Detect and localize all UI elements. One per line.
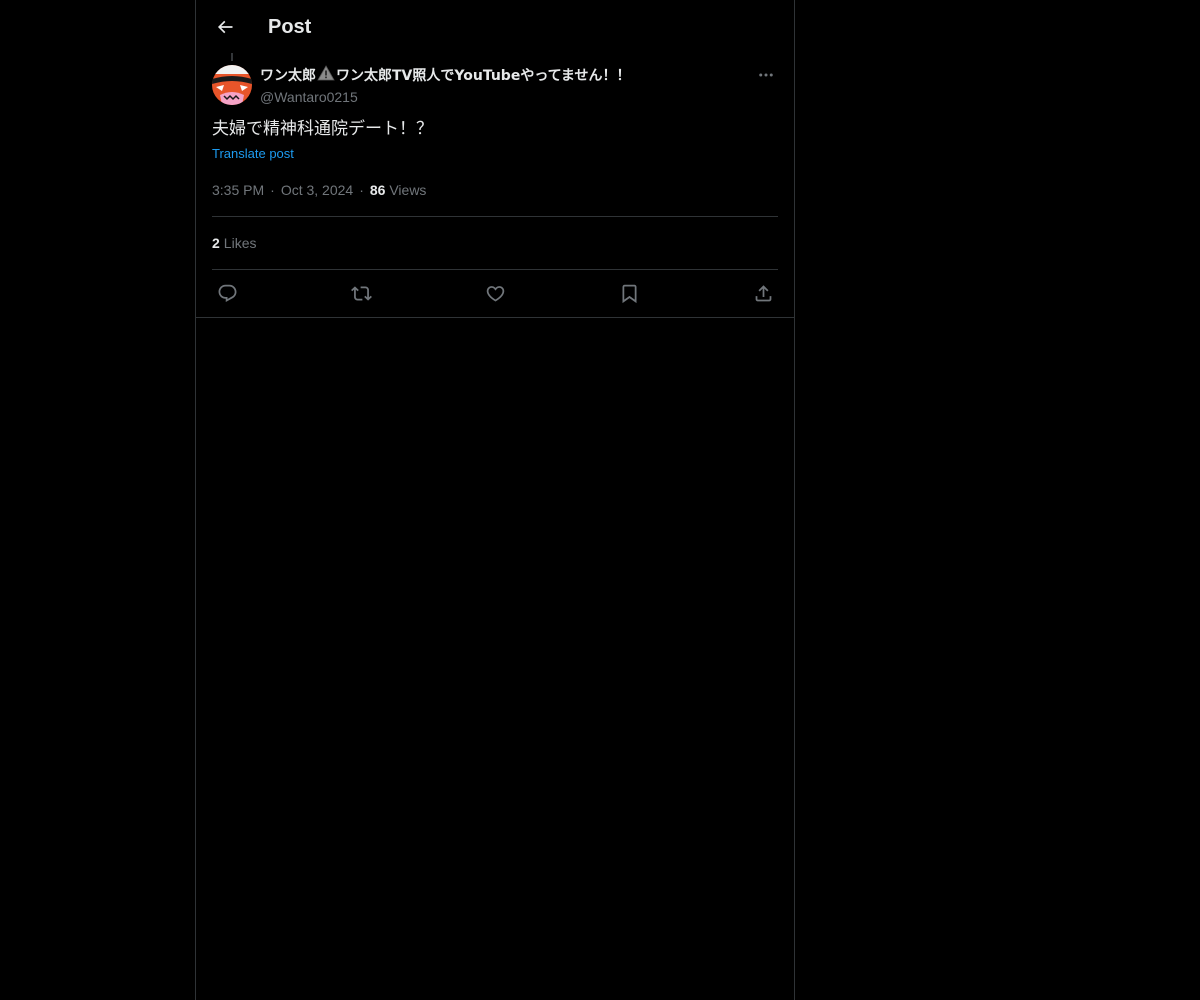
author-handle[interactable]: @Wantaro0215 bbox=[260, 87, 750, 107]
repost-button[interactable] bbox=[346, 278, 376, 308]
avatar[interactable] bbox=[212, 65, 252, 105]
page-header: Post bbox=[196, 0, 794, 53]
post-bottom-border bbox=[196, 317, 794, 318]
post-author: ワン太郎 ワン太郎TV照人でYouTubeやってません！！ @Wantaro02… bbox=[260, 65, 750, 107]
meta-separator: · bbox=[359, 182, 364, 198]
action-bar bbox=[212, 278, 778, 308]
thread-line bbox=[231, 53, 233, 61]
author-display-name[interactable]: ワン太郎 ワン太郎TV照人でYouTubeやってません！！ bbox=[260, 65, 750, 87]
post-meta: 3:35 PM · Oct 3, 2024 · 86 Views bbox=[212, 180, 426, 200]
likes-label: Likes bbox=[223, 235, 257, 251]
more-button[interactable] bbox=[754, 63, 778, 87]
divider bbox=[212, 216, 778, 217]
share-icon bbox=[755, 284, 771, 301]
views-count: 86 bbox=[369, 182, 386, 198]
back-button[interactable] bbox=[208, 10, 242, 44]
post-text: 夫婦で精神科通院デート！？ bbox=[212, 119, 433, 139]
meta-separator: · bbox=[270, 182, 275, 198]
more-icon bbox=[759, 73, 773, 77]
author-name-part2: ワン太郎TV照人でYouTubeやってません！！ bbox=[336, 68, 631, 84]
heart-icon bbox=[486, 285, 504, 302]
translate-post-link[interactable]: Translate post bbox=[212, 145, 294, 163]
views-label: Views bbox=[389, 182, 427, 198]
page-title: Post bbox=[268, 16, 312, 38]
bookmark-button[interactable] bbox=[614, 278, 644, 308]
likes-count: 2 bbox=[212, 235, 220, 251]
post-date[interactable]: Oct 3, 2024 bbox=[281, 182, 353, 198]
bookmark-icon bbox=[622, 284, 636, 303]
arrow-left-icon bbox=[217, 20, 233, 34]
reply-icon bbox=[218, 284, 236, 302]
repost-icon bbox=[350, 285, 372, 301]
divider bbox=[212, 269, 778, 270]
share-button[interactable] bbox=[748, 278, 778, 308]
like-button[interactable] bbox=[480, 278, 510, 308]
primary-column: Post ワン太郎 ワン太郎TV照人でYouTubeやってません！！ @Want… bbox=[195, 0, 795, 1000]
author-name-part1: ワン太郎 bbox=[260, 68, 316, 84]
warning-icon bbox=[317, 65, 335, 87]
reply-button[interactable] bbox=[212, 278, 242, 308]
avatar-image bbox=[212, 65, 252, 105]
post-time[interactable]: 3:35 PM bbox=[212, 182, 264, 198]
likes-link[interactable]: 2 Likes bbox=[212, 233, 256, 253]
